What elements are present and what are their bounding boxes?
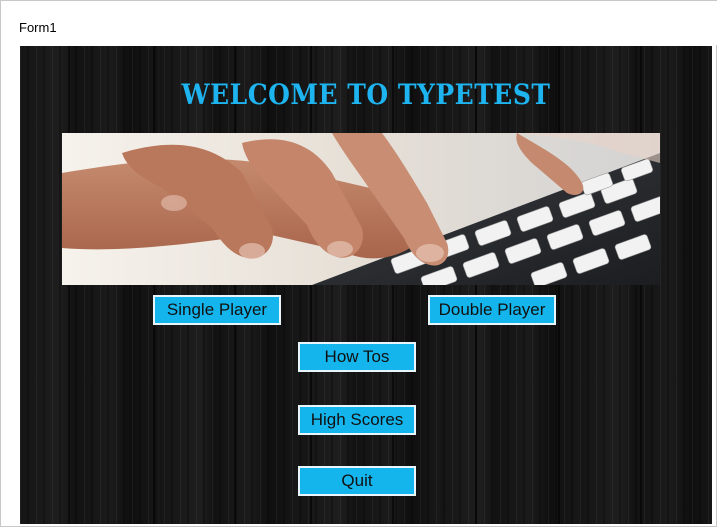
double-player-button[interactable]: Double Player — [428, 295, 556, 325]
wood-plank-line — [310, 46, 312, 524]
window-title: Form1 — [19, 20, 57, 35]
how-tos-button[interactable]: How Tos — [298, 342, 416, 372]
wood-plank-line — [558, 46, 560, 524]
wood-plank-line — [392, 46, 394, 524]
keyboard-hands-illustration — [62, 133, 660, 285]
wood-plank-line — [475, 46, 477, 524]
form-client-area: WELCOME TO TYPETEST Single Player Double… — [20, 46, 712, 524]
welcome-heading: WELCOME TO TYPETEST — [181, 78, 551, 111]
wood-plank-line — [68, 46, 70, 524]
wood-plank-line — [640, 46, 642, 524]
quit-button[interactable]: Quit — [298, 466, 416, 496]
single-player-button[interactable]: Single Player — [153, 295, 281, 325]
wood-plank-line — [234, 46, 236, 524]
title-bar[interactable]: Form1 — [1, 1, 717, 45]
banner-image — [62, 133, 660, 285]
wood-plank-line — [153, 46, 155, 524]
high-scores-button[interactable]: High Scores — [298, 405, 416, 435]
app-window: Form1 WELCOME TO TYPETEST Single Player … — [0, 0, 717, 527]
